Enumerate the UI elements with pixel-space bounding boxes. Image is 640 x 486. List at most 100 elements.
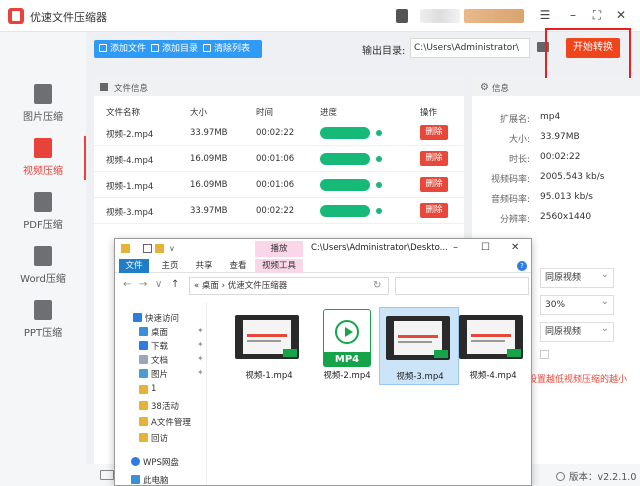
info-row: 音频码率: 95.013 kb/s <box>472 188 640 208</box>
sidebar-item-video-compress[interactable]: 视频压缩 <box>0 130 86 184</box>
chevron-down-icon[interactable]: ∨ <box>169 244 178 253</box>
close-icon[interactable]: ✕ <box>614 8 628 22</box>
col-header-time: 时间 <box>256 108 274 118</box>
tree-label: 此电脑 <box>143 476 169 486</box>
tab-share[interactable]: 共享 <box>189 259 219 273</box>
folder-icon <box>139 401 148 410</box>
up-icon[interactable]: ↑ <box>171 279 179 290</box>
add-dir-button[interactable]: 添加目录 <box>146 40 198 58</box>
maximize-icon[interactable]: ☐ <box>481 242 490 253</box>
close-icon[interactable]: ✕ <box>511 242 519 253</box>
new-folder-icon[interactable] <box>155 244 164 253</box>
tree-item-documents[interactable]: 文档 ✦ <box>115 353 207 367</box>
forward-icon[interactable]: → <box>139 279 147 290</box>
file-item-name: 视频-1.mp4 <box>245 371 293 381</box>
folder-icon <box>139 417 148 426</box>
info-row: 大小: 33.97MB <box>472 128 640 148</box>
file-item-name: 视频-4.mp4 <box>469 371 517 381</box>
pdf-file-icon <box>34 192 52 212</box>
done-check-icon <box>376 130 382 136</box>
quality-select[interactable]: 30% <box>540 293 614 315</box>
chevron-down-icon[interactable]: ∨ <box>155 279 162 290</box>
tree-label: A文件管理 <box>151 418 191 428</box>
done-check-icon <box>376 156 382 162</box>
menu-icon[interactable]: ☰ <box>538 8 552 22</box>
search-input[interactable] <box>395 277 529 295</box>
tree-item-wps-drive[interactable]: WPS网盘 <box>115 455 207 469</box>
play-icon <box>335 320 359 344</box>
tree-item-pictures[interactable]: 图片 ✦ <box>115 367 207 381</box>
tree-label: 1 <box>151 384 157 394</box>
file-item-video-2[interactable]: MP4 视频-2.mp4 <box>307 307 387 385</box>
address-row: ← → ∨ ↑ « 桌面 › 优速文件压缩器 ↻ <box>115 275 531 299</box>
tree-item-quick-access[interactable]: 快速访问 <box>115 311 207 325</box>
delete-button[interactable]: 删除 <box>420 151 448 166</box>
sidebar-item-image-compress[interactable]: 图片压缩 <box>0 76 86 130</box>
tree-label: 下载 <box>151 342 169 352</box>
minimize-icon[interactable]: – <box>453 242 458 253</box>
file-panel-header: 文件信息 <box>94 78 464 96</box>
info-key: 时长: <box>508 155 530 165</box>
keyboard-icon[interactable] <box>100 470 114 480</box>
delete-button[interactable]: 删除 <box>420 125 448 140</box>
tab-home[interactable]: 主页 <box>155 259 185 273</box>
info-panel-title: 信息 <box>492 84 510 94</box>
table-row[interactable]: 视频-3.mp4 33.97MB 00:02:22 删除 <box>94 198 464 224</box>
output-path-field[interactable]: C:\Users\Administrator\ <box>410 38 530 58</box>
navigation-tree: 快速访问 桌面 ✦ 下载 ✦ 文档 ✦ 图片 ✦ 1 38活动 A文件管理 回访… <box>115 303 207 486</box>
address-bar[interactable]: « 桌面 › 优速文件压缩器 <box>189 277 389 295</box>
maximize-icon[interactable]: ⛶ <box>590 8 604 22</box>
progress-bar <box>320 179 370 191</box>
table-row[interactable]: 视频-2.mp4 33.97MB 00:02:22 删除 <box>94 120 464 146</box>
refresh-icon[interactable]: ↻ <box>373 280 381 291</box>
tree-item-folder-1[interactable]: 1 <box>115 383 207 397</box>
tree-label: 38活动 <box>151 402 179 412</box>
sidebar-item-word-compress[interactable]: Word压缩 <box>0 238 86 292</box>
tree-item-this-pc[interactable]: 此电脑 <box>115 473 207 486</box>
output-dir-label: 输出目录: <box>362 46 406 57</box>
tree-item-folder-a[interactable]: A文件管理 <box>115 415 207 429</box>
file-item-video-1[interactable]: 视频-1.mp4 <box>229 307 309 385</box>
cloud-icon <box>131 457 140 466</box>
delete-button[interactable]: 删除 <box>420 203 448 218</box>
clear-list-button[interactable]: 清除列表 <box>198 40 250 58</box>
file-size: 16.09MB <box>190 180 228 190</box>
file-item-name: 视频-3.mp4 <box>396 372 444 382</box>
resolution-select[interactable]: 同原视频 <box>540 266 614 288</box>
vip-badge[interactable] <box>464 9 524 23</box>
help-icon[interactable]: ? <box>517 261 527 271</box>
sidebar-item-pdf-compress[interactable]: PDF压缩 <box>0 184 86 238</box>
avatar[interactable] <box>396 9 408 23</box>
option-checkbox[interactable] <box>540 350 549 359</box>
tree-item-folder-38[interactable]: 38活动 <box>115 399 207 413</box>
tree-item-folder-callback[interactable]: 回访 <box>115 431 207 445</box>
file-time: 00:02:22 <box>256 128 295 138</box>
add-dir-label: 添加目录 <box>162 44 199 54</box>
tree-item-downloads[interactable]: 下载 ✦ <box>115 339 207 353</box>
progress-bar <box>320 205 370 217</box>
table-row[interactable]: 视频-4.mp4 16.09MB 00:01:06 删除 <box>94 146 464 172</box>
format-select[interactable]: 同原视频 <box>540 320 614 342</box>
add-file-button[interactable]: 添加文件 <box>94 40 146 58</box>
tree-item-desktop[interactable]: 桌面 ✦ <box>115 325 207 339</box>
media-info-panel: ⚙ 信息 扩展名: mp4 大小: 33.97MB 时长: 00:02:22 视… <box>472 78 640 238</box>
video-file-icon <box>34 138 52 158</box>
info-row: 分辨率: 2560x1440 <box>472 208 640 228</box>
file-size: 33.97MB <box>190 206 228 216</box>
tab-video-tools[interactable]: 视频工具 <box>255 259 303 273</box>
add-file-icon <box>99 44 107 52</box>
explorer-title-bar: ∨ 播放 C:\Users\Administrator\Deskto... – … <box>115 239 531 259</box>
tab-play[interactable]: 播放 <box>255 241 303 257</box>
tree-label: 快速访问 <box>145 314 180 324</box>
sidebar-item-ppt-compress[interactable]: PPT压缩 <box>0 292 86 346</box>
back-icon[interactable]: ← <box>123 279 131 290</box>
file-item-video-3[interactable]: 视频-3.mp4 <box>379 307 459 385</box>
table-row[interactable]: 视频-1.mp4 16.09MB 00:01:06 删除 <box>94 172 464 198</box>
tab-view[interactable]: 查看 <box>223 259 253 273</box>
tab-file[interactable]: 文件 <box>119 259 149 273</box>
properties-icon[interactable] <box>143 244 152 253</box>
minimize-icon[interactable]: – <box>566 8 580 22</box>
file-item-video-4[interactable]: 视频-4.mp4 <box>453 307 531 385</box>
add-file-label: 添加文件 <box>110 44 147 54</box>
delete-button[interactable]: 删除 <box>420 177 448 192</box>
